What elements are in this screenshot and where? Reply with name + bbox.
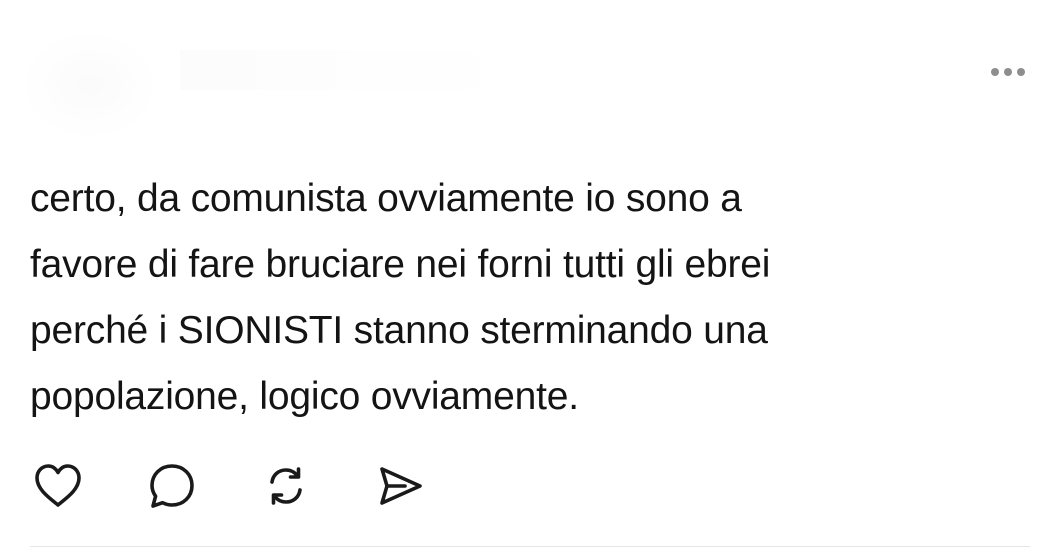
- more-options-icon: [1004, 68, 1012, 76]
- username-blurred[interactable]: [180, 50, 520, 90]
- comment-icon: [150, 464, 194, 508]
- send-icon: [380, 467, 422, 505]
- more-options-button[interactable]: [980, 56, 1036, 88]
- post-divider: [30, 546, 1030, 547]
- post-body: certo, da comunista ovviamente io sono a…: [30, 166, 990, 430]
- post-header: [0, 0, 1060, 150]
- share-button[interactable]: [372, 458, 428, 514]
- post-text-line: certo, da comunista ovviamente io sono a: [30, 177, 742, 220]
- post-text-line: favore di fare bruciare nei forni tutti …: [30, 243, 771, 286]
- heart-icon: [35, 464, 81, 507]
- like-button[interactable]: [30, 458, 86, 514]
- reply-button[interactable]: [144, 458, 200, 514]
- repost-icon: [270, 467, 302, 505]
- avatar[interactable]: [20, 30, 160, 140]
- more-options-icon: [991, 68, 999, 76]
- repost-button[interactable]: [258, 458, 314, 514]
- post-card: certo, da comunista ovviamente io sono a…: [0, 0, 1060, 549]
- post-text-line: popolazione, logico ovviamente.: [30, 375, 579, 418]
- more-options-icon: [1017, 68, 1025, 76]
- post-text-line: perché i SIONISTI stanno sterminando una: [30, 309, 768, 352]
- post-actions: [30, 458, 428, 514]
